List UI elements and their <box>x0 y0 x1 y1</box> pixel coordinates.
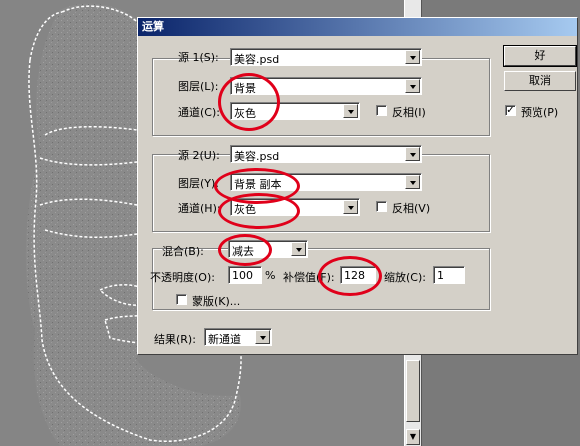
source1-layer-select[interactable]: 背景 <box>230 77 422 95</box>
result-value: 新通道 <box>208 333 241 346</box>
offset-label: 补偿值(F): <box>283 271 335 284</box>
scroll-down-arrow-icon[interactable]: ▼ <box>406 429 420 445</box>
result-label: 结果(R): <box>154 333 196 346</box>
source2-group <box>152 154 490 232</box>
source2-channel-select[interactable]: 灰色 <box>230 198 360 216</box>
source2-label: 源 2(U): <box>178 149 220 162</box>
blending-label: 混合(B): <box>162 245 204 258</box>
source2-select[interactable]: 美容.psd <box>230 145 422 163</box>
blending-mode-select[interactable]: 减去 <box>228 240 308 258</box>
chevron-down-icon[interactable] <box>405 79 420 93</box>
calculations-dialog: 运算 源 1(S): 美容.psd 图层(L): 背景 通道(C): 灰色 反相… <box>137 17 578 355</box>
chevron-down-icon[interactable] <box>405 50 420 64</box>
source2-layer-label: 图层(Y): <box>178 177 220 190</box>
source2-layer-select[interactable]: 背景 副本 <box>230 173 422 191</box>
opacity-label: 不透明度(O): <box>150 271 215 284</box>
source2-channel-label: 通道(H): <box>178 202 221 215</box>
source2-layer-value: 背景 副本 <box>234 178 282 191</box>
result-select[interactable]: 新通道 <box>204 328 272 346</box>
source1-channel-value: 灰色 <box>234 107 256 120</box>
chevron-down-icon[interactable] <box>405 175 420 189</box>
source1-layer-value: 背景 <box>234 82 256 95</box>
mask-checkbox[interactable] <box>176 294 187 305</box>
offset-input[interactable]: 128 <box>340 266 376 284</box>
ok-button[interactable]: 好 <box>503 45 577 67</box>
opacity-input[interactable]: 100 <box>228 266 262 284</box>
source1-channel-select[interactable]: 灰色 <box>230 102 360 120</box>
source1-channel-label: 通道(C): <box>178 106 220 119</box>
source1-layer-label: 图层(L): <box>178 80 219 93</box>
source1-group <box>152 58 490 136</box>
source1-label: 源 1(S): <box>178 51 219 64</box>
scale-label: 缩放(C): <box>384 271 426 284</box>
mask-label[interactable]: 蒙版(K)... <box>192 293 240 309</box>
source1-invert-checkbox[interactable] <box>376 105 387 116</box>
source2-invert-label[interactable]: 反相(V) <box>392 200 430 216</box>
source1-value: 美容.psd <box>234 53 280 66</box>
source2-value: 美容.psd <box>234 150 280 163</box>
source1-select[interactable]: 美容.psd <box>230 48 422 66</box>
chevron-down-icon[interactable] <box>255 330 270 344</box>
dialog-title: 运算 <box>138 18 577 36</box>
chevron-down-icon[interactable] <box>291 242 306 256</box>
chevron-down-icon[interactable] <box>343 200 358 214</box>
chevron-down-icon[interactable] <box>405 147 420 161</box>
blending-mode-value: 减去 <box>232 245 254 258</box>
preview-checkbox[interactable]: ✓ <box>505 105 516 116</box>
opacity-unit: % <box>265 269 276 282</box>
scale-input[interactable]: 1 <box>433 266 465 284</box>
preview-label[interactable]: 预览(P) <box>521 104 558 120</box>
source1-invert-label[interactable]: 反相(I) <box>392 104 426 120</box>
scrollbar-thumb[interactable] <box>406 360 420 422</box>
source2-channel-value: 灰色 <box>234 203 256 216</box>
source2-invert-checkbox[interactable] <box>376 201 387 212</box>
chevron-down-icon[interactable] <box>343 104 358 118</box>
cancel-button[interactable]: 取消 <box>504 71 576 91</box>
